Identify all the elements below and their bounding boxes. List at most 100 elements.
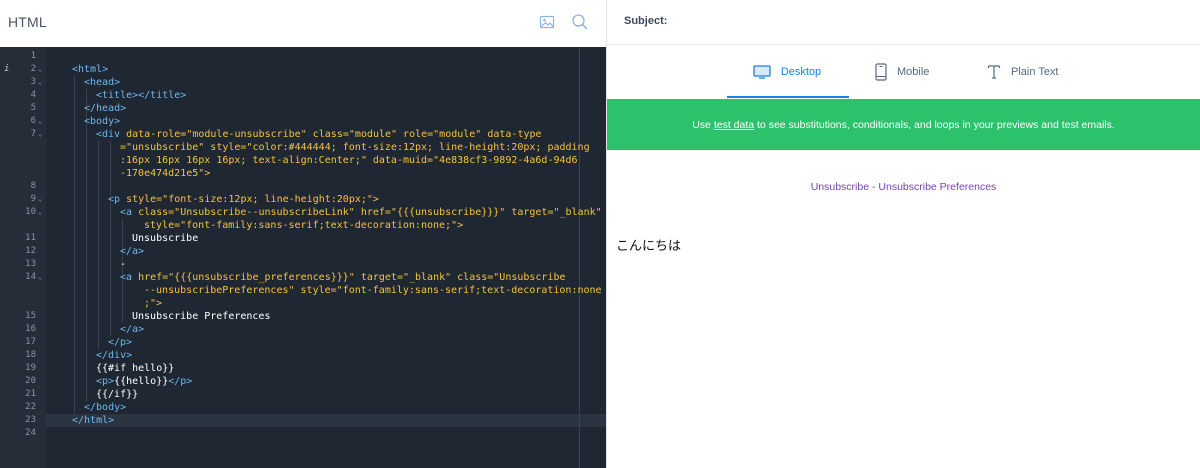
- code-line[interactable]: <div data-role="module-unsubscribe" clas…: [96, 128, 542, 141]
- code-line[interactable]: {{/if}}: [96, 388, 138, 401]
- code-token: --unsubscribePreferences" style="font-fa…: [144, 285, 602, 296]
- code-token: {{hello}}: [114, 376, 169, 387]
- code-line[interactable]: </div>: [96, 349, 132, 362]
- code-line[interactable]: <head>: [84, 76, 120, 89]
- code-line[interactable]: -: [120, 258, 126, 271]
- html-editor-pane: HTML 1 i 2 ⌄ 3 ⌄ 4 5 6 ⌄ 7 ⌄ 8 9 ⌄ 10 ⌄ 11 12 13 14 ⌄ 15 16 17 18…: [0, 0, 606, 468]
- gutter-line: 8: [0, 180, 46, 193]
- gutter-line: [0, 154, 46, 167]
- gutter-line: [0, 141, 46, 154]
- gutter-line: 14 ⌄: [0, 271, 46, 284]
- code-token: <a: [120, 207, 139, 218]
- gutter-line: [0, 297, 46, 310]
- tab-mobile-label: Mobile: [897, 65, 930, 78]
- line-number: 9: [30, 194, 36, 204]
- line-number: 16: [25, 324, 36, 334]
- code-line[interactable]: --unsubscribePreferences" style="font-fa…: [144, 284, 602, 297]
- code-token: <html>: [72, 64, 109, 75]
- tab-desktop[interactable]: Desktop: [727, 45, 849, 98]
- code-line[interactable]: ;">: [144, 297, 162, 310]
- fold-chevron-icon[interactable]: ⌄: [38, 128, 42, 141]
- code-token: </body>: [84, 402, 127, 413]
- code-token: </p>: [168, 376, 193, 387]
- gutter-line: 24: [0, 427, 46, 440]
- fold-chevron-icon[interactable]: ⌄: [38, 63, 42, 76]
- line-number: 4: [30, 90, 36, 100]
- code-line[interactable]: :16px 16px 16px 16px; text-align:Center;…: [120, 154, 578, 167]
- code-line[interactable]: <p>{{hello}}</p>: [96, 375, 192, 388]
- image-icon[interactable]: [537, 12, 557, 32]
- line-number: 14: [25, 272, 36, 282]
- gutter-line: 22: [0, 401, 46, 414]
- code-line[interactable]: </body>: [84, 401, 126, 414]
- line-number: 22: [25, 402, 36, 412]
- gutter-line: 5: [0, 102, 46, 115]
- code-line[interactable]: {{#if hello}}: [96, 362, 174, 375]
- indent-guide: [86, 89, 87, 401]
- line-number: 6: [30, 116, 36, 126]
- code-token: href="{{{unsubscribe_preferences}}}" tar…: [138, 272, 566, 283]
- code-token: <title></title>: [96, 90, 187, 101]
- line-number: 12: [25, 246, 36, 256]
- unsubscribe-separator: -: [869, 181, 879, 193]
- line-number: 3: [30, 77, 36, 87]
- fold-chevron-icon[interactable]: ⌄: [38, 115, 42, 128]
- code-content[interactable]: <html> <head> <title></title> </head> <body>…: [46, 47, 606, 468]
- code-line[interactable]: Unsubscribe Preferences: [132, 310, 270, 323]
- code-line[interactable]: <body>: [84, 115, 120, 128]
- hello-text: こんにちは: [616, 238, 682, 253]
- code-token: </head>: [84, 103, 127, 114]
- line-number: 10: [25, 207, 36, 217]
- gutter-line: [0, 284, 46, 297]
- gutter-line: 23: [0, 414, 46, 427]
- unsubscribe-preferences-link[interactable]: Unsubscribe Preferences: [878, 181, 996, 193]
- gutter-line: 17: [0, 336, 46, 349]
- tab-desktop-label: Desktop: [780, 65, 822, 78]
- line-number: 17: [25, 337, 36, 347]
- code-token: <head>: [84, 77, 121, 88]
- code-token: </a>: [120, 246, 145, 257]
- tab-plain-text[interactable]: Plain Text: [987, 45, 1059, 98]
- code-line[interactable]: <a class="Unsubscribe--unsubscribeLink" …: [120, 206, 602, 219]
- code-token: Unsubscribe: [132, 233, 199, 244]
- test-data-link[interactable]: test data: [714, 119, 754, 131]
- code-editor[interactable]: 1 i 2 ⌄ 3 ⌄ 4 5 6 ⌄ 7 ⌄ 8 9 ⌄ 10 ⌄ 11 12 13 14 ⌄ 15 16 17 18 19 20 2…: [0, 47, 606, 468]
- gutter-line: [0, 219, 46, 232]
- code-line[interactable]: ="unsubscribe" style="color:#444444; fon…: [120, 141, 590, 154]
- code-line[interactable]: </a>: [120, 323, 144, 336]
- gutter-line: 1: [0, 50, 46, 63]
- fold-chevron-icon[interactable]: ⌄: [38, 271, 42, 284]
- test-data-banner: Use test data to see substitutions, cond…: [607, 99, 1200, 150]
- preview-tabs: Desktop Mobile Plain Text: [607, 45, 1200, 98]
- code-line[interactable]: </a>: [120, 245, 144, 258]
- line-number: 7: [30, 129, 36, 139]
- preview-pane: Subject: Desktop Mobile Plain Text Use t…: [607, 0, 1200, 468]
- line-number: 20: [25, 376, 36, 386]
- code-token: class="Unsubscribe--unsubscribeLink" hre…: [138, 207, 602, 218]
- code-line[interactable]: <p style="font-size:12px; line-height:20…: [108, 193, 379, 206]
- code-line[interactable]: style="font-family:sans-serif;text-decor…: [144, 219, 463, 232]
- fold-chevron-icon[interactable]: ⌄: [38, 206, 42, 219]
- indent-guide: [110, 141, 111, 336]
- gutter-line: 11: [0, 232, 46, 245]
- code-line[interactable]: <a href="{{{unsubscribe_preferences}}}" …: [120, 271, 566, 284]
- code-line[interactable]: </p>: [108, 336, 132, 349]
- code-line[interactable]: </head>: [84, 102, 126, 115]
- banner-text-prefix: Use: [692, 118, 711, 131]
- search-icon[interactable]: [570, 12, 590, 32]
- code-token: ;">: [144, 298, 163, 309]
- tab-mobile[interactable]: Mobile: [875, 45, 929, 98]
- code-line[interactable]: -170e474d21e5">: [120, 167, 210, 180]
- code-line[interactable]: </html>: [72, 414, 114, 427]
- banner-text-suffix: to see substitutions, conditionals, and …: [757, 118, 1115, 131]
- fold-chevron-icon[interactable]: ⌄: [38, 193, 42, 206]
- info-icon[interactable]: i: [4, 63, 9, 76]
- code-line[interactable]: <title></title>: [96, 89, 186, 102]
- code-line[interactable]: Unsubscribe: [132, 232, 198, 245]
- gutter-line: 3 ⌄: [0, 76, 46, 89]
- fold-chevron-icon[interactable]: ⌄: [38, 76, 42, 89]
- code-token: style="font-family:sans-serif;text-decor…: [144, 220, 464, 231]
- code-token: <p: [108, 194, 127, 205]
- unsubscribe-link[interactable]: Unsubscribe: [811, 181, 869, 193]
- code-line[interactable]: <html>: [72, 63, 108, 76]
